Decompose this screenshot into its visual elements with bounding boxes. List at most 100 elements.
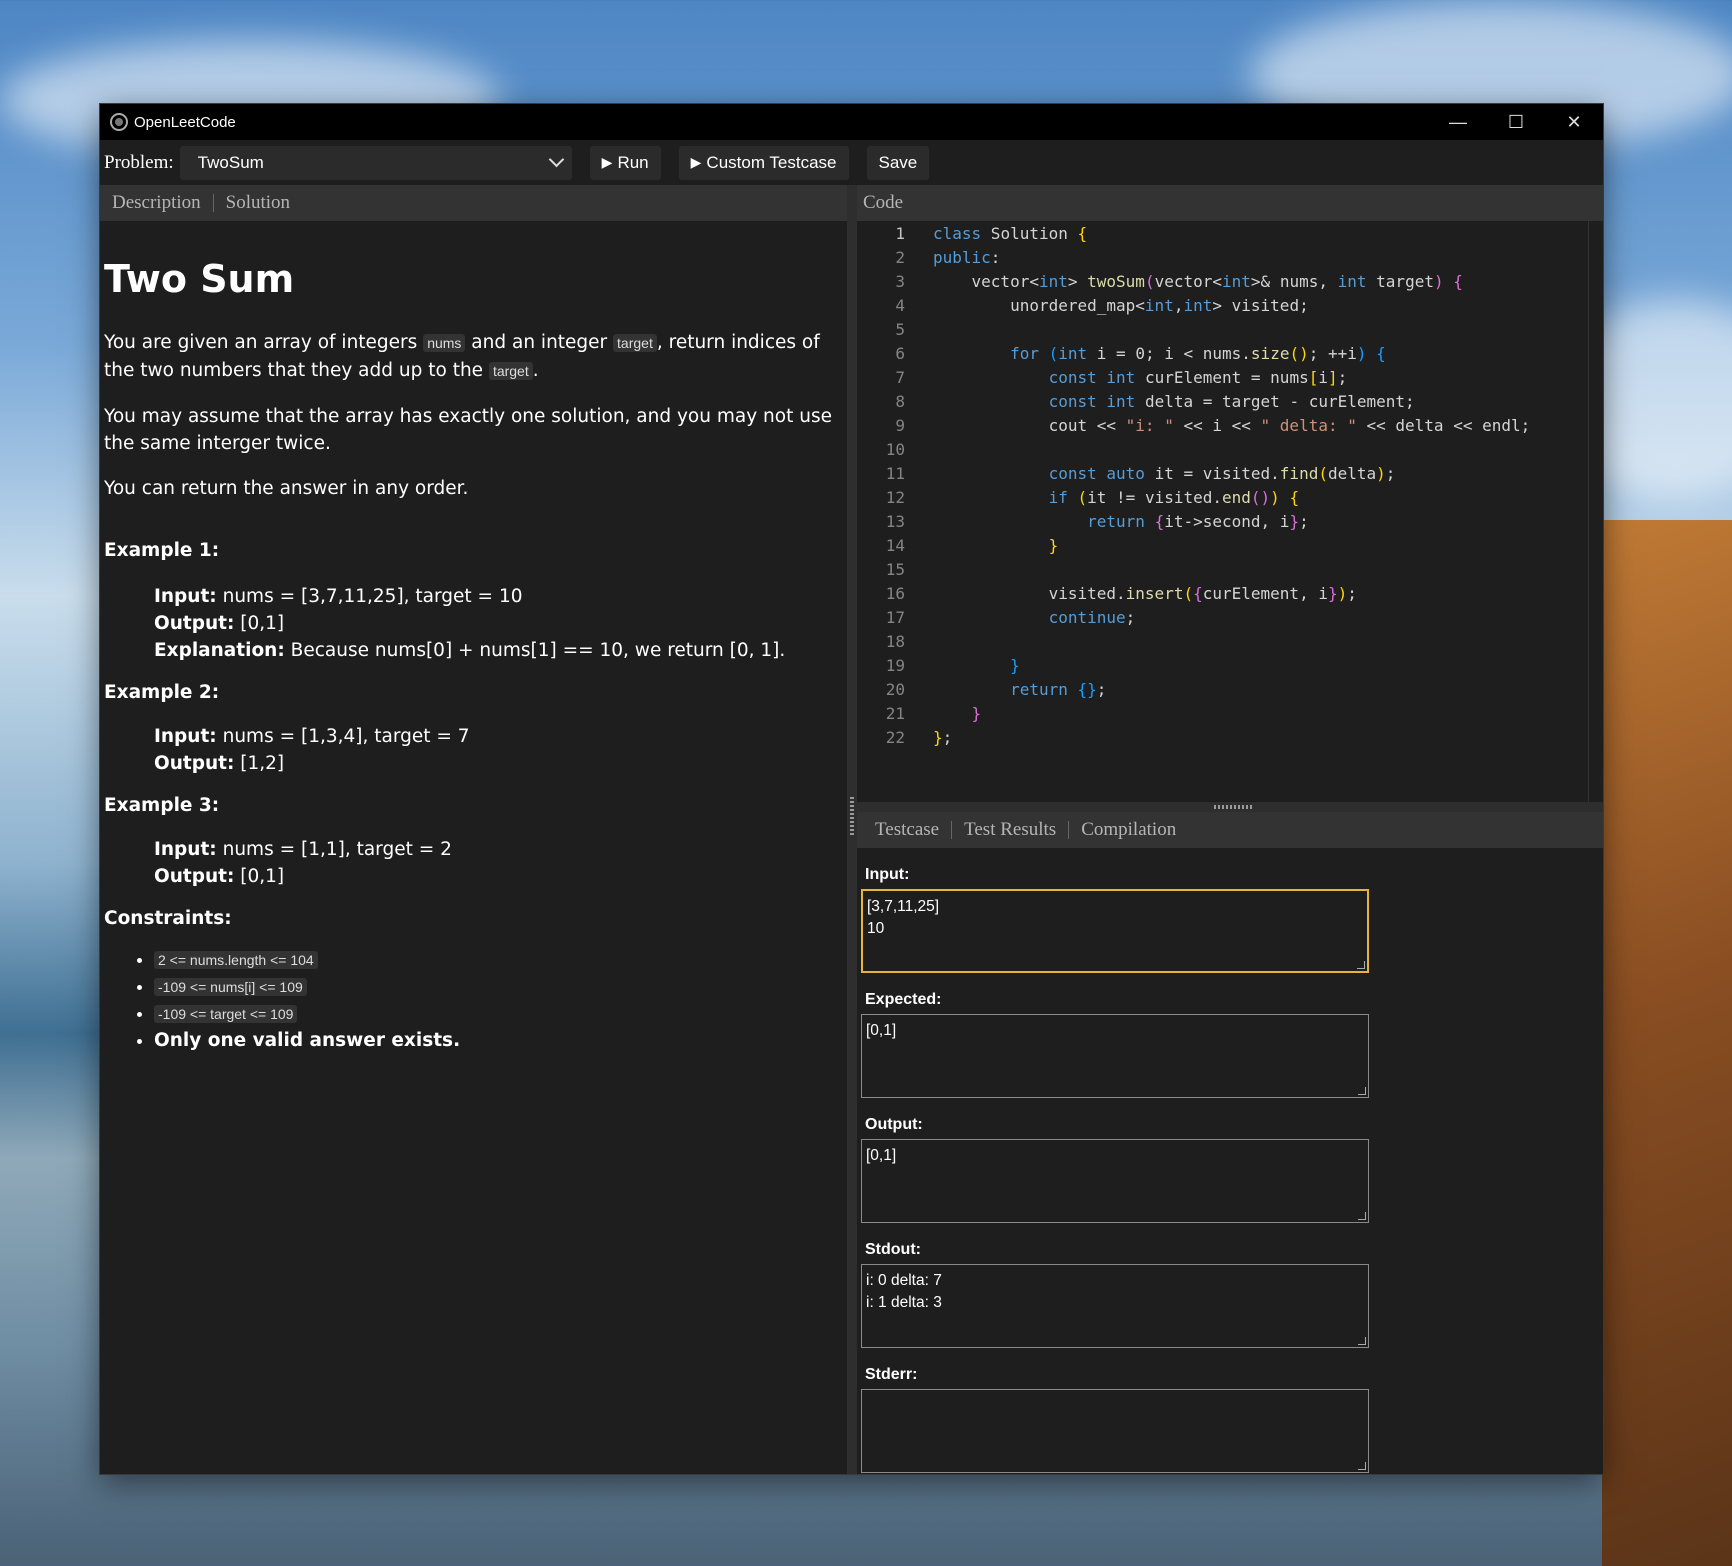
input-value: nums = [1,3,4], target = 7: [216, 726, 470, 747]
close-icon[interactable]: ✕: [1545, 104, 1603, 140]
code-text: const int curElement = nums[i];: [1048, 367, 1348, 387]
code-line: 10: [857, 437, 1603, 461]
tab-compilation[interactable]: Compilation: [1069, 819, 1188, 841]
code-line: 16 visited.insert({curElement, i});: [857, 581, 1603, 605]
input-label: Input:: [154, 839, 217, 860]
stdout-label: Stdout:: [865, 1241, 921, 1258]
constraints-heading: Constraints:: [104, 908, 232, 929]
line-number: 16: [885, 583, 905, 603]
custom-testcase-button[interactable]: ▶ Custom Testcase: [678, 145, 849, 180]
expected-label: Expected:: [865, 991, 942, 1008]
line-number: 21: [885, 703, 905, 723]
stdout-textarea[interactable]: i: 0 delta: 7 i: 1 delta: 3: [861, 1264, 1369, 1348]
play-icon: ▶: [601, 154, 613, 170]
code-line: 12 if (it != visited.end()) {: [857, 485, 1603, 509]
code-line: 4 unordered_map<int,int> visited;: [857, 293, 1603, 317]
example-block: Input: nums = [1,1], target = 2 Output: …: [104, 836, 843, 890]
problem-description: Two Sum You are given an array of intege…: [100, 221, 847, 1052]
app-window: OpenLeetCode — ☐ ✕ Problem: TwoSum ▶ Run…: [100, 104, 1603, 1474]
tab-description[interactable]: Description: [100, 192, 213, 214]
example-heading: Example 3:: [104, 795, 220, 816]
line-number: 5: [895, 319, 905, 339]
input-value: nums = [3,7,11,25], target = 10: [216, 586, 523, 607]
save-button[interactable]: Save: [866, 145, 930, 180]
code-line: 5: [857, 317, 1603, 341]
problem-title: Two Sum: [104, 257, 295, 301]
chevron-down-icon: [548, 151, 564, 168]
input-field-group: Input: [3,7,11,25] 10: [861, 866, 1603, 973]
explanation-label: Explanation:: [154, 640, 285, 661]
problem-label: Problem:: [104, 151, 174, 173]
code-text: for (int i = 0; i < nums.size(); ++i) {: [1010, 343, 1386, 363]
left-tab-bar: Description Solution: [100, 185, 847, 221]
app-logo-icon: [110, 113, 128, 131]
code-text: return {it->second, i};: [1087, 511, 1309, 531]
code-text: }: [1010, 655, 1020, 675]
output-label: Output:: [865, 1116, 923, 1133]
code-line: 22};: [857, 725, 1603, 749]
tab-testcase[interactable]: Testcase: [863, 819, 951, 841]
minimize-icon[interactable]: —: [1429, 104, 1487, 140]
description-paragraph: You are given an array of integers nums …: [104, 329, 843, 385]
stdout-field-group: Stdout: i: 0 delta: 7 i: 1 delta: 3: [861, 1241, 1603, 1348]
line-number: 6: [895, 343, 905, 363]
grip-icon: [1214, 805, 1254, 809]
input-textarea[interactable]: [3,7,11,25] 10: [861, 889, 1369, 973]
list-item: 2 <= nums.length <= 104: [154, 949, 843, 971]
line-number: 15: [885, 559, 905, 579]
line-number: 3: [895, 271, 905, 291]
expected-field-group: Expected: [0,1]: [861, 991, 1603, 1098]
output-value: [0,1]: [234, 866, 285, 887]
vertical-splitter[interactable]: [847, 185, 857, 1474]
output-label: Output:: [154, 866, 235, 887]
run-button[interactable]: ▶ Run: [589, 145, 661, 180]
line-number: 20: [885, 679, 905, 699]
stderr-textarea[interactable]: [861, 1389, 1369, 1473]
title-bar[interactable]: OpenLeetCode — ☐ ✕: [100, 104, 1603, 140]
code-editor[interactable]: 1 class Solution { 2 public: 3 vector<int>…: [857, 221, 1603, 802]
line-number: 17: [885, 607, 905, 627]
code-text: public:: [933, 247, 1001, 267]
problem-select[interactable]: TwoSum: [179, 145, 572, 180]
stderr-field-group: Stderr:: [861, 1366, 1603, 1473]
code-text: vector<int> twoSum(vector<int>& nums, in…: [933, 271, 1463, 291]
tab-solution[interactable]: Solution: [214, 192, 302, 214]
list-item: -109 <= target <= 109: [154, 1003, 843, 1025]
output-textarea[interactable]: [0,1]: [861, 1139, 1369, 1223]
toolbar: Problem: TwoSum ▶ Run ▶ Custom Testcase …: [100, 140, 1603, 185]
constraint-code: 2 <= nums.length <= 104: [154, 951, 318, 969]
code-line: 7 const int curElement = nums[i];: [857, 365, 1603, 389]
code-line: 11 const auto it = visited.find(delta);: [857, 461, 1603, 485]
code-text: }: [1048, 535, 1059, 555]
line-number: 14: [885, 535, 905, 555]
code-text: class Solution {: [933, 223, 1088, 243]
constraint-code: -109 <= nums[i] <= 109: [154, 978, 307, 996]
stderr-label: Stderr:: [865, 1366, 918, 1383]
code-line: 6 for (int i = 0; i < nums.size(); ++i) …: [857, 341, 1603, 365]
code-line: 9 cout << "i: " << i << " delta: " << de…: [857, 413, 1603, 437]
tab-test-results[interactable]: Test Results: [952, 819, 1068, 841]
inline-code: target: [613, 334, 657, 352]
code-text: continue;: [1048, 607, 1136, 627]
tab-code[interactable]: Code: [863, 192, 903, 214]
code-text: unordered_map<int,int> visited;: [933, 295, 1309, 315]
horizontal-splitter[interactable]: [857, 802, 1603, 812]
list-item: Only one valid answer exists.: [154, 1030, 843, 1052]
editor-scrollbar[interactable]: [1588, 221, 1603, 802]
code-line: 3 vector<int> twoSum(vector<int>& nums, …: [857, 269, 1603, 293]
line-number: 7: [895, 367, 905, 387]
maximize-icon[interactable]: ☐: [1487, 104, 1545, 140]
expected-textarea[interactable]: [0,1]: [861, 1014, 1369, 1098]
code-line: 20 return {};: [857, 677, 1603, 701]
code-line: 17 continue;: [857, 605, 1603, 629]
list-item: -109 <= nums[i] <= 109: [154, 976, 843, 998]
code-text: }: [971, 703, 982, 723]
code-text: if (it != visited.end()) {: [1048, 487, 1300, 507]
code-line: 15: [857, 557, 1603, 581]
output-value: [1,2]: [234, 753, 285, 774]
custom-testcase-label: Custom Testcase: [706, 152, 837, 172]
test-panel: Testcase Test Results Compilation Input:…: [857, 812, 1603, 1474]
description-paragraph: You may assume that the array has exactl…: [104, 406, 832, 454]
